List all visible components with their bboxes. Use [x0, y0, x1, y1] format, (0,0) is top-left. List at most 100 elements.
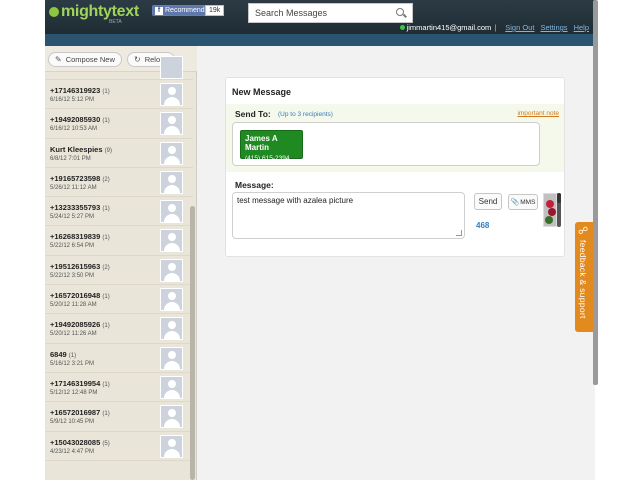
- avatar-icon[interactable]: [160, 258, 183, 282]
- list-item[interactable]: 6849 (1) 5/16/12 3:21 PM: [45, 344, 193, 373]
- new-message-panel: New Message Send To: (Up to 3 recipients…: [225, 77, 565, 257]
- list-item[interactable]: +17146319954 (1) 5/12/12 12:48 PM: [45, 373, 193, 403]
- contact-name: +15043028085 (5): [50, 437, 110, 447]
- attachment-thumbnail[interactable]: [543, 193, 557, 227]
- paperclip-icon: 📎: [510, 199, 520, 206]
- online-status-icon: [399, 25, 405, 30]
- contact-name: +19165723598 (2): [50, 173, 110, 183]
- avatar-icon[interactable]: [160, 346, 183, 370]
- contact-date: 5/16/12 3:21 PM: [50, 360, 95, 367]
- contact-name: +17146319923 (1): [50, 86, 110, 95]
- avatar-icon[interactable]: [160, 317, 183, 341]
- logo-mark-icon: [49, 7, 59, 17]
- message-count: (2): [102, 264, 110, 271]
- list-item[interactable]: +19492085930 (1) 6/16/12 10:53 AM: [45, 109, 193, 139]
- list-item[interactable]: +13233355793 (1) 5/24/12 5:27 PM: [45, 197, 193, 227]
- avatar-icon[interactable]: [160, 112, 183, 136]
- contact-date: 4/23/12 4:47 PM: [50, 448, 95, 455]
- help-link[interactable]: Help: [574, 23, 589, 32]
- facebook-recommend-label: Recommend: [165, 7, 205, 14]
- conversation-list: +17146319923 (1) 6/16/12 5:12 PM +19492085…: [45, 56, 193, 461]
- mms-button[interactable]: 📎 MMS: [508, 194, 538, 210]
- contact-date: 5/20/12 11:28 AM: [50, 302, 97, 309]
- sign-out-link[interactable]: Sign Out: [505, 23, 534, 32]
- facebook-icon: f: [155, 6, 163, 15]
- send-button[interactable]: Send: [474, 193, 502, 210]
- avatar-icon[interactable]: [160, 200, 183, 224]
- list-item[interactable]: +15043028085 (5) 4/23/12 4:47 PM: [45, 432, 193, 461]
- search-icon[interactable]: [396, 8, 406, 18]
- header-subbar: [45, 34, 595, 46]
- list-item[interactable]: +16572016987 (1) 5/9/12 10:45 PM: [45, 402, 193, 432]
- compose-new-button[interactable]: ✎ Compose New: [48, 52, 122, 67]
- message-count: (2): [102, 176, 110, 183]
- contact-date: 5/22/12 3:50 PM: [50, 272, 95, 279]
- avatar-icon[interactable]: [160, 83, 183, 106]
- resize-handle-icon[interactable]: [456, 230, 462, 236]
- recipient-phone: (415) 615-2394: [245, 155, 290, 162]
- recipient-chip[interactable]: James A Martin (415) 615-2394: [240, 130, 303, 162]
- contact-name: +13233355793 (1): [50, 203, 110, 213]
- feedback-label: feedback & support: [578, 240, 588, 319]
- avatar-icon[interactable]: [160, 229, 183, 253]
- userbar-separator: |: [494, 23, 497, 32]
- list-item[interactable]: Kurt Kleespies (9) 6/8/12 7:01 PM: [45, 139, 193, 168]
- avatar-icon: [160, 56, 183, 79]
- contact-date: 6/16/12 5:12 PM: [50, 97, 95, 103]
- avatar-icon[interactable]: [160, 141, 183, 165]
- list-item-partial[interactable]: [45, 56, 193, 80]
- contact-name: +16572016987 (1): [50, 408, 110, 418]
- character-count: 468: [476, 221, 490, 230]
- recipient-name: James A Martin: [245, 134, 278, 152]
- avatar-icon[interactable]: [160, 288, 183, 312]
- contact-name: +19492085930 (1): [50, 115, 110, 125]
- top-header: mightytext BETA f Recommend 19k Search M…: [45, 0, 595, 34]
- search-box[interactable]: Search Messages: [248, 3, 413, 23]
- contact-name: Kurt Kleespies (9): [50, 144, 112, 154]
- pencil-icon: ✎: [55, 55, 62, 64]
- reload-icon: ↻: [134, 55, 141, 64]
- message-count: (1): [102, 411, 110, 418]
- recipients-field[interactable]: James A Martin (415) 615-2394: [232, 122, 540, 166]
- facebook-recommend-button[interactable]: f Recommend: [152, 5, 209, 16]
- list-item[interactable]: +19512615963 (2) 5/22/12 3:50 PM: [45, 256, 193, 286]
- settings-link[interactable]: Settings: [540, 23, 567, 32]
- logo[interactable]: mightytext: [49, 3, 139, 21]
- avatar-icon[interactable]: [160, 170, 183, 194]
- message-count: (1): [102, 323, 110, 330]
- contact-name: +19512615963 (2): [50, 261, 110, 271]
- message-count: (1): [102, 381, 110, 388]
- list-item[interactable]: +17146319923 (1) 6/16/12 5:12 PM: [45, 80, 193, 110]
- avatar-icon[interactable]: [160, 375, 183, 399]
- contact-date: 5/20/12 11:26 AM: [50, 331, 97, 338]
- important-note-link[interactable]: important note: [517, 110, 559, 117]
- attachment-scrollbar[interactable]: [557, 193, 561, 227]
- contact-name: 6849 (1): [50, 349, 77, 359]
- contact-date: 5/12/12 12:48 PM: [50, 389, 98, 396]
- message-count: (9): [104, 147, 112, 154]
- feedback-support-tab[interactable]: ☍ feedback & support: [575, 222, 593, 332]
- contact-date: 5/26/12 11:12 AM: [50, 184, 97, 191]
- message-count: (1): [102, 235, 110, 242]
- avatar-icon[interactable]: [160, 405, 183, 429]
- send-to-label: Send To:: [235, 109, 271, 119]
- message-count: (5): [102, 440, 110, 447]
- compose-new-label: Compose New: [65, 55, 115, 64]
- message-count: (1): [102, 89, 110, 95]
- message-count: (1): [102, 118, 110, 125]
- page-scrollbar[interactable]: [593, 0, 598, 385]
- conversation-sidebar: ✎ Compose New ↻ Reload +17146319923 (1) 6…: [45, 46, 197, 480]
- message-count: (1): [68, 352, 77, 359]
- sidebar-scrollbar[interactable]: [190, 206, 195, 480]
- search-input[interactable]: Search Messages: [255, 8, 396, 18]
- app-window: mightytext BETA f Recommend 19k Search M…: [45, 0, 595, 480]
- list-item[interactable]: +16572016948 (1) 5/20/12 11:28 AM: [45, 285, 193, 315]
- facebook-recommend-count: 19k: [205, 5, 225, 16]
- avatar-icon[interactable]: [160, 434, 183, 458]
- contact-name: +16572016948 (1): [50, 291, 110, 301]
- message-textarea[interactable]: test message with azalea picture: [232, 192, 465, 239]
- list-item[interactable]: +19165723598 (2) 5/26/12 11:12 AM: [45, 168, 193, 198]
- contact-name: +19492085926 (1): [50, 320, 110, 330]
- list-item[interactable]: +19492085926 (1) 5/20/12 11:26 AM: [45, 314, 193, 344]
- list-item[interactable]: +16268319839 (1) 5/22/12 6:54 PM: [45, 226, 193, 256]
